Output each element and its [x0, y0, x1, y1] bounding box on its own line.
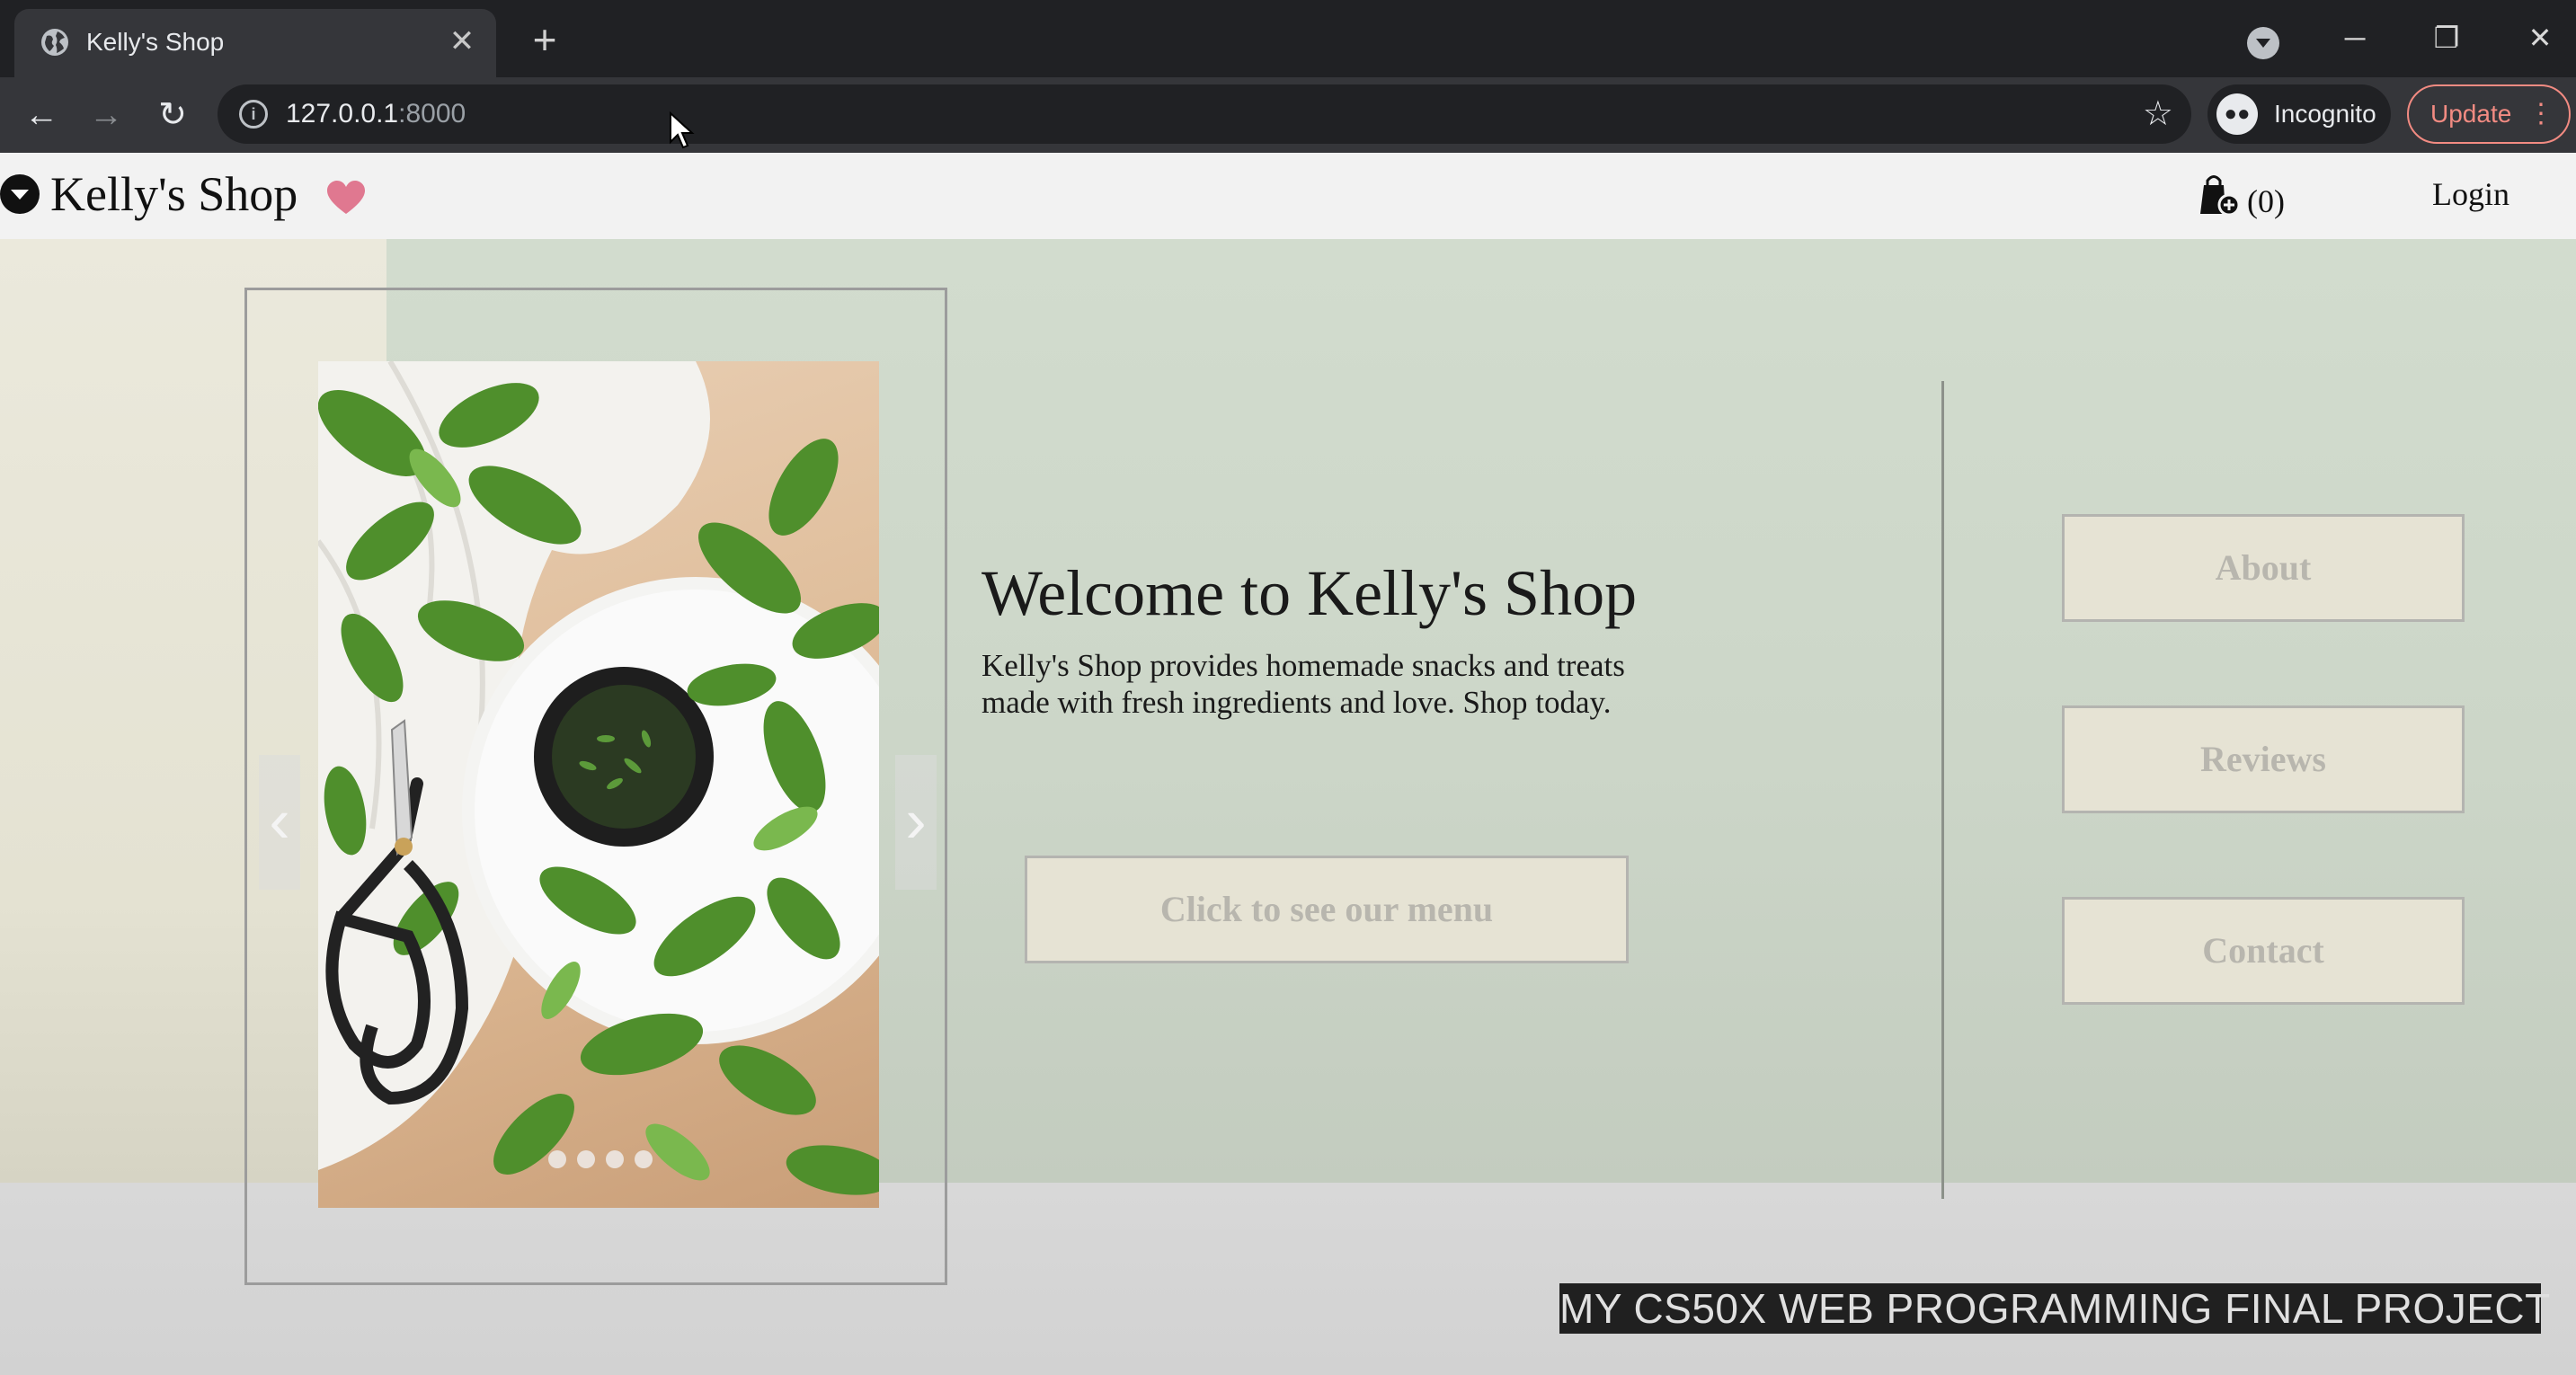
carousel-indicator[interactable] — [606, 1150, 624, 1168]
mouse-cursor-icon — [670, 111, 695, 149]
incognito-icon: ●● — [2216, 93, 2258, 135]
carousel-image-basil — [318, 361, 879, 1208]
carousel-indicators — [548, 1150, 656, 1172]
dropdown-toggle-icon[interactable] — [0, 174, 40, 214]
carousel-indicator[interactable] — [577, 1150, 595, 1168]
browser-tab[interactable]: Kelly's Shop ✕ — [14, 9, 496, 77]
cart-count: (0) — [2247, 183, 2285, 219]
carousel-indicator[interactable] — [548, 1150, 566, 1168]
reviews-button[interactable]: Reviews — [2062, 705, 2465, 813]
reload-button[interactable]: ↻ — [147, 90, 198, 140]
tab-title: Kelly's Shop — [86, 28, 225, 56]
site-navbar: Kelly's Shop (0) Login — [0, 153, 2576, 239]
minimize-button[interactable]: ─ — [2328, 13, 2382, 63]
carousel-prev-button[interactable]: ‹ — [259, 755, 300, 890]
basil-photo-illustration — [318, 361, 879, 1195]
brand-title[interactable]: Kelly's Shop — [50, 165, 298, 223]
close-window-button[interactable]: ✕ — [2513, 13, 2567, 63]
update-button[interactable]: Update ⋮ — [2407, 84, 2571, 144]
globe-icon — [41, 29, 68, 56]
browser-menu-icon[interactable]: ⋮ — [2527, 97, 2554, 131]
close-tab-icon[interactable]: ✕ — [444, 23, 480, 59]
welcome-heading: Welcome to Kelly's Shop — [982, 557, 1638, 629]
video-caption: MY CS50X WEB PROGRAMMING FINAL PROJECT — [1559, 1283, 2551, 1334]
browser-tab-bar: Kelly's Shop ✕ + ─ ❐ ✕ — [0, 0, 2576, 77]
tab-search-icon[interactable] — [2247, 27, 2279, 59]
url-text[interactable]: 127.0.0.1:8000 — [286, 97, 466, 131]
site-info-icon[interactable]: i — [239, 100, 268, 129]
see-menu-button[interactable]: Click to see our menu — [1025, 856, 1629, 963]
carousel-next-button[interactable]: › — [895, 755, 937, 890]
contact-button[interactable]: Contact — [2062, 897, 2465, 1005]
shop-tagline: Kelly's Shop provides homemade snacks an… — [982, 648, 1625, 720]
carousel-indicator[interactable] — [635, 1150, 653, 1168]
forward-button[interactable]: → — [81, 90, 131, 140]
heart-icon — [327, 181, 365, 214]
url-port: :8000 — [398, 99, 466, 129]
vertical-divider — [1941, 381, 1944, 1199]
login-link[interactable]: Login — [2432, 174, 2509, 214]
address-bar[interactable]: i 127.0.0.1:8000 ☆ — [218, 84, 2191, 144]
browser-toolbar: ← → ↻ i 127.0.0.1:8000 ☆ ●● Incognito Up… — [0, 77, 2576, 153]
about-button[interactable]: About — [2062, 514, 2465, 622]
bookmark-star-icon[interactable]: ☆ — [2143, 93, 2173, 135]
incognito-indicator[interactable]: ●● Incognito — [2207, 84, 2391, 144]
url-host: 127.0.0.1 — [286, 99, 399, 129]
shopping-bag-icon[interactable] — [2195, 173, 2240, 217]
restore-button[interactable]: ❐ — [2420, 13, 2474, 63]
incognito-label: Incognito — [2274, 100, 2376, 128]
update-label: Update — [2430, 100, 2512, 128]
back-button[interactable]: ← — [16, 90, 67, 140]
new-tab-button[interactable]: + — [525, 19, 564, 61]
